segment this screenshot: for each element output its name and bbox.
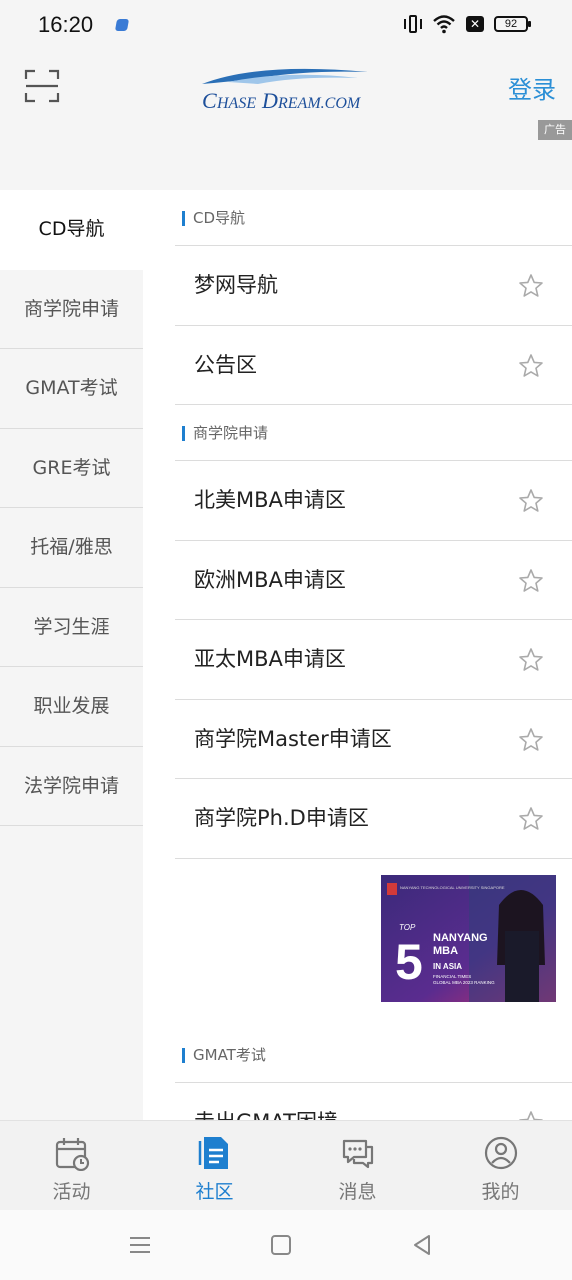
forum-label: 梦网导航 (194, 273, 278, 297)
battery-icon: 92 (494, 16, 531, 32)
tab-activities[interactable]: 活动 (0, 1121, 143, 1210)
forum-label: 欧洲MBA申请区 (194, 567, 346, 592)
list-item[interactable]: 欧洲MBA申请区 (175, 541, 572, 620)
section-header: GMAT考试 (175, 1027, 572, 1083)
tab-profile[interactable]: 我的 (429, 1121, 572, 1210)
forum-label: 走出GMAT困境 (194, 1083, 338, 1121)
category-sidebar: CD导航 商学院申请 GMAT考试 GRE考试 托福/雅思 学习生涯 职业发展 … (0, 190, 143, 1120)
svg-text:C: C (202, 88, 217, 113)
tab-messages[interactable]: 消息 (286, 1121, 429, 1210)
svg-text:REAM.COM: REAM.COM (277, 95, 362, 112)
star-icon[interactable] (518, 806, 544, 832)
forum-label: 亚太MBA申请区 (194, 647, 346, 671)
login-button[interactable]: 登录 (508, 70, 556, 105)
star-icon[interactable] (518, 727, 544, 753)
user-circle-icon (484, 1136, 517, 1170)
tab-label: 我的 (481, 1181, 520, 1203)
star-icon[interactable] (518, 353, 544, 379)
forum-label: 北美MBA申请区 (194, 488, 346, 512)
app-header: C HASE D REAM.COM 登录 广告 (0, 50, 572, 190)
ad-number-text: 5 (395, 934, 423, 990)
bottom-tab-bar: 活动 社区 消息 我的 (0, 1120, 572, 1210)
sidebar-item-law-school[interactable]: 法学院申请 (0, 746, 143, 826)
sidebar-item-gre[interactable]: GRE考试 (0, 428, 143, 508)
star-icon[interactable] (518, 488, 544, 514)
vibrate-icon (404, 13, 422, 35)
list-item[interactable]: 梦网导航 (175, 246, 572, 326)
svg-text:D: D (261, 88, 278, 113)
star-icon[interactable] (518, 647, 544, 673)
home-icon[interactable] (268, 1232, 294, 1258)
sidebar-item-gmat[interactable]: GMAT考试 (0, 349, 143, 429)
chat-bubbles-icon (342, 1139, 373, 1169)
tab-label: 活动 (52, 1181, 91, 1203)
chasedream-logo: C HASE D REAM.COM (202, 68, 368, 113)
ad-image[interactable]: NANYANG TECHNOLOGICAL UNIVERSITY SINGAPO… (381, 874, 556, 1002)
list-item[interactable]: 商学院Master申请区 (175, 700, 572, 779)
forum-list: CD导航 梦网导航 公告区 商学院申请 北美MBA申请区 欧洲MBA申请区 亚太… (143, 190, 572, 1120)
app-notification-icon (114, 19, 130, 31)
svg-text:HASE: HASE (216, 95, 256, 112)
forum-label: 商学院Master申请区 (194, 726, 392, 751)
list-item[interactable]: 公告区 (175, 326, 572, 405)
calendar-clock-icon (55, 1138, 89, 1171)
tab-label: 社区 (195, 1181, 234, 1203)
star-icon[interactable] (518, 273, 544, 299)
forum-label: 商学院Ph.D申请区 (194, 806, 369, 830)
status-time: 16:20 (38, 12, 94, 37)
menu-icon[interactable] (127, 1232, 153, 1258)
section-header: CD导航 (175, 190, 572, 246)
star-icon[interactable] (518, 568, 544, 594)
status-icons: ✕ 92 (404, 13, 531, 35)
sidebar-item-cd-nav[interactable]: CD导航 (0, 190, 143, 270)
ad-univ-text: NANYANG TECHNOLOGICAL UNIVERSITY SINGAPO… (400, 885, 505, 890)
sidebar-item-career[interactable]: 职业发展 (0, 667, 143, 747)
sidebar-item-study-life[interactable]: 学习生涯 (0, 587, 143, 667)
ad-top-text: TOP (399, 923, 416, 932)
tab-community[interactable]: 社区 (143, 1121, 286, 1210)
document-icon (198, 1137, 228, 1169)
no-sim-icon: ✕ (466, 16, 484, 32)
back-icon[interactable] (409, 1232, 435, 1258)
ad-banner[interactable]: NANYANG TECHNOLOGICAL UNIVERSITY SINGAPO… (143, 859, 572, 1027)
ad-caption2-text: GLOBAL MBA 2023 RANKING (433, 980, 495, 985)
list-item[interactable]: 亚太MBA申请区 (175, 620, 572, 700)
wifi-icon (433, 15, 455, 34)
ad-tag: 广告 (538, 120, 572, 140)
scan-icon[interactable] (24, 68, 60, 104)
list-item[interactable]: 北美MBA申请区 (175, 461, 572, 541)
ad-line2-text: MBA (433, 945, 458, 957)
list-item[interactable]: 走出GMAT困境 (175, 1083, 572, 1121)
tab-label: 消息 (338, 1181, 377, 1203)
system-navigation-bar (0, 1210, 572, 1280)
star-icon[interactable] (518, 1110, 544, 1121)
status-bar: 16:20 ✕ 92 (0, 0, 572, 50)
forum-label: 公告区 (194, 352, 257, 377)
sidebar-item-toefl-ielts[interactable]: 托福/雅思 (0, 508, 143, 588)
section-header: 商学院申请 (175, 405, 572, 461)
ad-line1-text: NANYANG (433, 932, 488, 944)
ad-line3-text: IN ASIA (433, 962, 462, 971)
sidebar-item-business-school[interactable]: 商学院申请 (0, 269, 143, 349)
list-item[interactable]: 商学院Ph.D申请区 (175, 779, 572, 859)
ad-caption1-text: FINANCIAL TIMES (433, 974, 471, 979)
